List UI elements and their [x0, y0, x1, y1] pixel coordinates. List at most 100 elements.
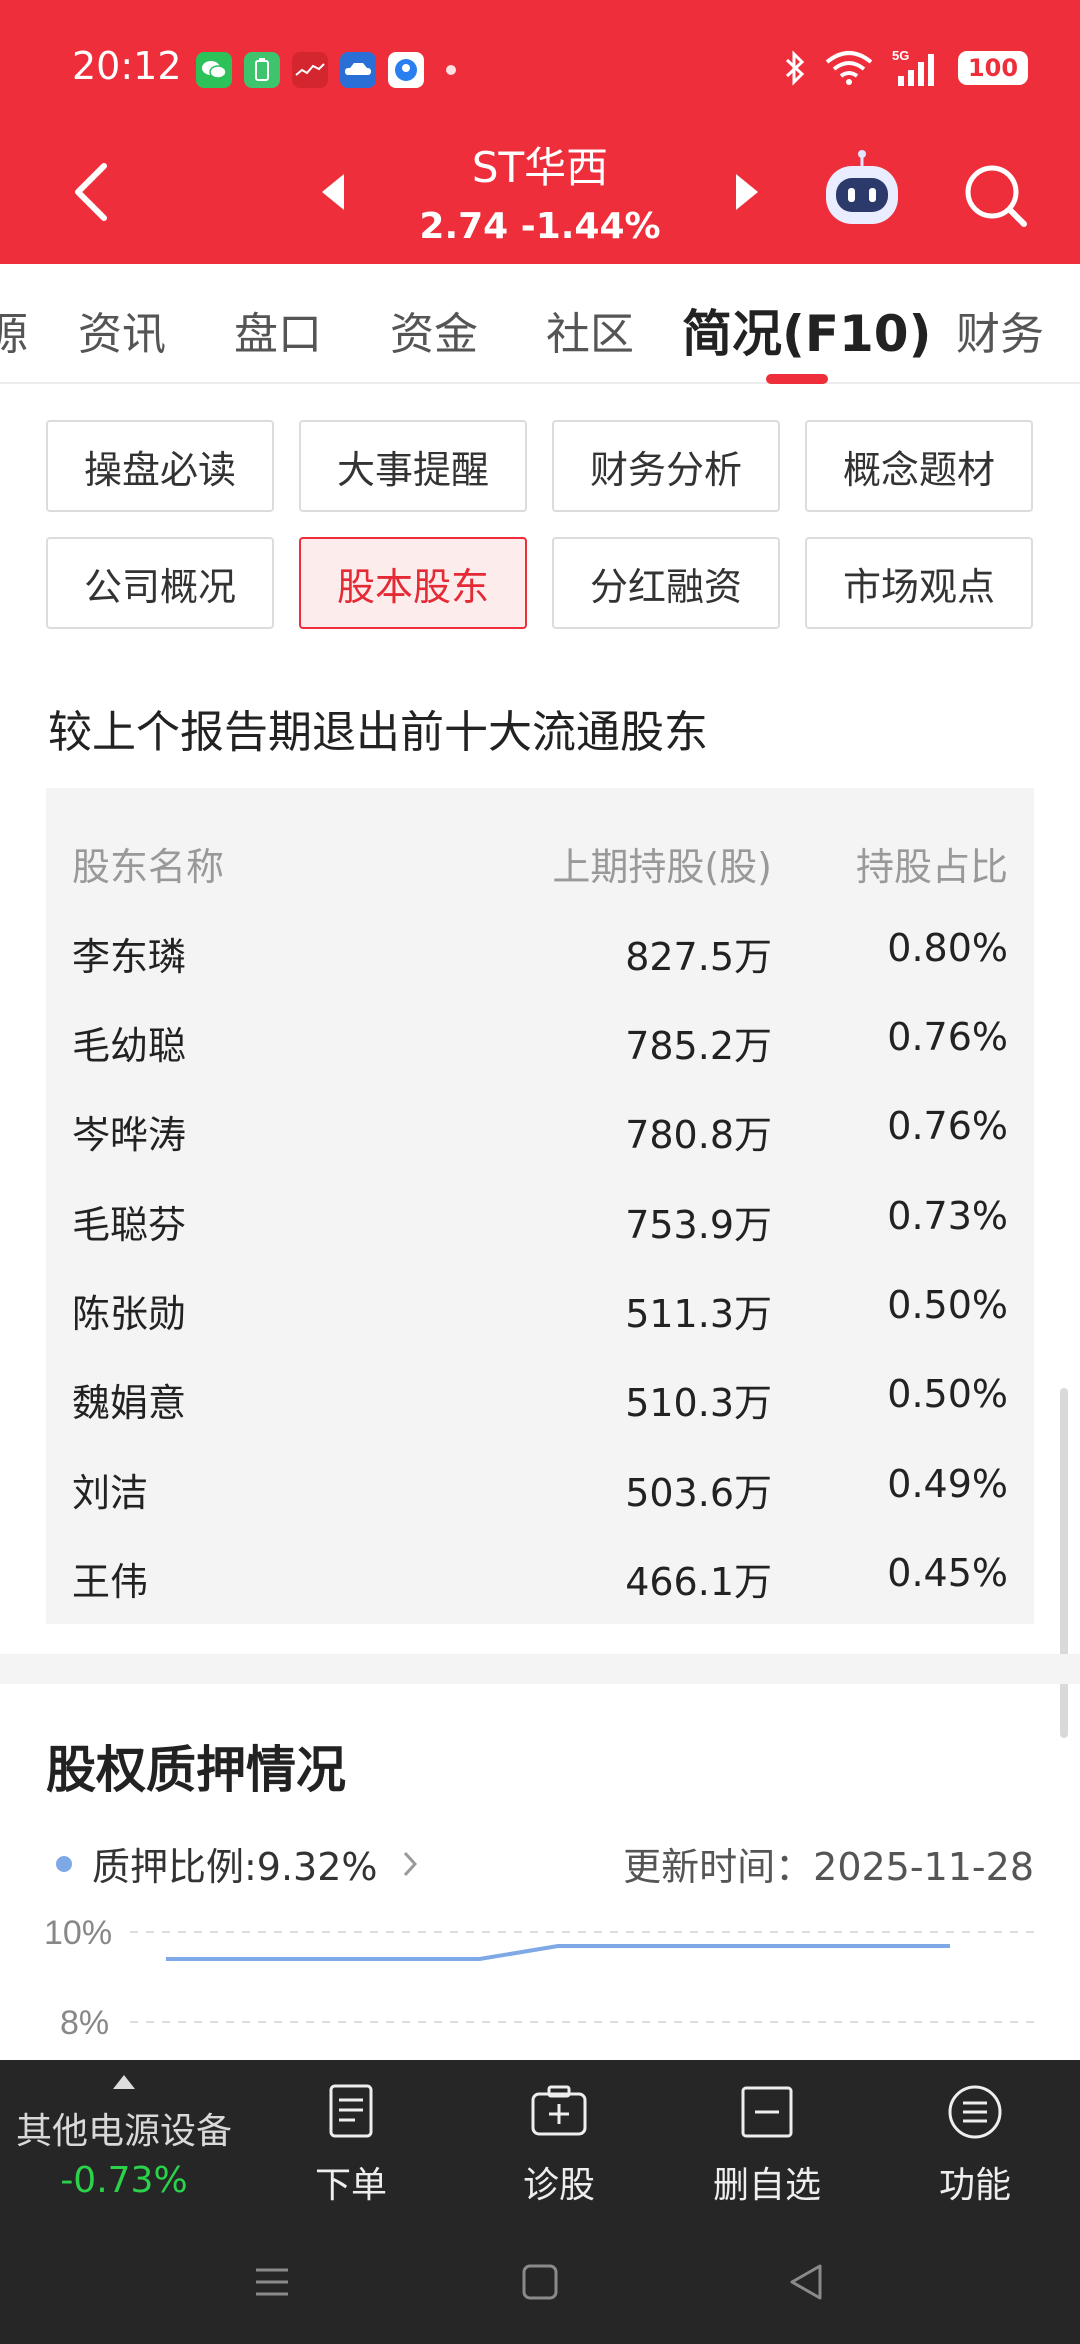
- sector-index-widget[interactable]: 其他电源设备 -0.73%: [0, 2060, 248, 2230]
- order-button[interactable]: 下单: [276, 2082, 426, 2212]
- holder-ratio: 0.50%: [887, 1283, 1008, 1327]
- btn-financial-analysis[interactable]: 财务分析: [552, 420, 780, 512]
- tab-f10[interactable]: 简况(F10): [682, 294, 931, 366]
- tab-orderbook[interactable]: 盘口: [234, 298, 322, 362]
- holder-shares: 466.1万: [625, 1560, 772, 1604]
- table-row[interactable]: 毛聪芬 753.9万 0.73%: [46, 1172, 1034, 1260]
- holder-name: 魏娟意: [72, 1381, 187, 1425]
- svg-text:5G: 5G: [892, 48, 909, 63]
- table-row[interactable]: 刘洁 503.6万 0.49%: [46, 1440, 1034, 1528]
- holder-shares: 785.2万: [625, 1024, 772, 1068]
- holder-name: 王伟: [72, 1560, 149, 1604]
- header-shares: 上期持股(股): [552, 845, 772, 889]
- cellular-signal-icon: 5G: [892, 48, 934, 86]
- holder-shares: 511.3万: [625, 1292, 772, 1336]
- holder-shares: 827.5万: [625, 935, 772, 979]
- sector-change: -0.73%: [60, 2160, 188, 2201]
- functions-label: 功能: [938, 2165, 1011, 2206]
- ai-assistant-icon[interactable]: [820, 150, 904, 230]
- status-app-icons: [196, 52, 456, 88]
- tab-partial[interactable]: 源: [0, 298, 28, 362]
- pledge-update-time: 更新时间：2025-11-28: [623, 1845, 1034, 1889]
- app-screen: 20:12 5G 100 ST华西 2.74 -1.44% 源 资讯 盘口 资金…: [0, 0, 1080, 2344]
- btn-shares-holders[interactable]: 股本股东: [299, 537, 527, 629]
- remove-watchlist-button[interactable]: 删自选: [692, 2082, 842, 2212]
- stock-name: ST华西: [471, 143, 609, 192]
- holder-ratio: 0.49%: [887, 1462, 1008, 1506]
- diagnose-label: 诊股: [522, 2165, 595, 2206]
- table-header-row: 股东名称 上期持股(股) 持股占比: [46, 814, 1034, 902]
- battery-app-icon: [244, 52, 280, 88]
- table-row[interactable]: 魏娟意 510.3万 0.50%: [46, 1350, 1034, 1438]
- tab-capital[interactable]: 资金: [390, 298, 478, 362]
- btn-company-overview[interactable]: 公司概况: [46, 537, 274, 629]
- table-row[interactable]: 毛幼聪 785.2万 0.76%: [46, 993, 1034, 1081]
- status-time: 20:12: [72, 44, 182, 88]
- holder-name: 岑晔涛: [72, 1113, 187, 1157]
- shareholders-table: 股东名称 上期持股(股) 持股占比 李东璘 827.5万 0.80% 毛幼聪 7…: [46, 788, 1034, 1624]
- btn-trading-must-read[interactable]: 操盘必读: [46, 420, 274, 512]
- diagnose-icon: [531, 2085, 587, 2136]
- map-app-icon: [388, 52, 424, 88]
- tick-label-top: 10%: [44, 1914, 112, 1952]
- stock-quote: 2.74 -1.44%: [419, 206, 661, 247]
- pledge-chart: 10% 8%: [44, 1914, 1040, 2042]
- btn-concepts[interactable]: 概念题材: [805, 420, 1033, 512]
- stock-app-icon: [292, 52, 328, 88]
- holder-ratio: 0.73%: [887, 1194, 1008, 1238]
- section-divider: [0, 1654, 1080, 1684]
- home-icon[interactable]: [520, 2262, 560, 2302]
- pledge-ratio-link[interactable]: 质押比例:9.32%: [56, 1836, 420, 1891]
- order-label: 下单: [314, 2165, 387, 2206]
- tick-label-bottom: 8%: [60, 2004, 109, 2042]
- btn-dividends[interactable]: 分红融资: [552, 537, 780, 629]
- holder-shares: 510.3万: [625, 1381, 772, 1425]
- btn-market-views[interactable]: 市场观点: [805, 537, 1033, 629]
- holder-ratio: 0.80%: [887, 926, 1008, 970]
- table-row[interactable]: 李东璘 827.5万 0.80%: [46, 904, 1034, 992]
- holder-ratio: 0.45%: [887, 1551, 1008, 1595]
- table-row[interactable]: 陈张勋 511.3万 0.50%: [46, 1261, 1034, 1349]
- pledge-ratio-line: [166, 1944, 950, 1961]
- diagnose-button[interactable]: 诊股: [484, 2082, 634, 2212]
- tab-news[interactable]: 资讯: [78, 298, 166, 362]
- tab-community[interactable]: 社区: [546, 298, 634, 362]
- status-right: 5G 100: [784, 48, 1028, 88]
- holder-ratio: 0.50%: [887, 1372, 1008, 1416]
- search-icon[interactable]: [960, 160, 1030, 230]
- holder-ratio: 0.76%: [887, 1015, 1008, 1059]
- btn-events[interactable]: 大事提醒: [299, 420, 527, 512]
- table-row[interactable]: 岑晔涛 780.8万 0.76%: [46, 1082, 1034, 1170]
- holder-shares: 503.6万: [625, 1471, 772, 1515]
- tab-bar: 源 资讯 盘口 资金 社区 简况(F10) 财务: [0, 264, 1080, 384]
- holder-name: 刘洁: [72, 1471, 149, 1515]
- expand-up-icon: [113, 2075, 135, 2089]
- holder-ratio: 0.76%: [887, 1104, 1008, 1148]
- remove-watchlist-label: 删自选: [712, 2165, 821, 2206]
- table-row[interactable]: 王伟 466.1万 0.45%: [46, 1529, 1034, 1617]
- page-scrollbar[interactable]: [1060, 1388, 1068, 1738]
- wechat-icon: [196, 52, 232, 88]
- functions-button[interactable]: 功能: [900, 2082, 1050, 2212]
- header-ratio: 持股占比: [855, 845, 1008, 889]
- holder-shares: 753.9万: [625, 1203, 772, 1247]
- system-back-icon[interactable]: [786, 2262, 826, 2302]
- battery-indicator: 100: [958, 51, 1028, 85]
- active-tab-indicator: [766, 374, 828, 384]
- next-stock-icon[interactable]: [734, 172, 760, 212]
- legend-dot-icon: [56, 1855, 72, 1872]
- sector-name: 其他电源设备: [16, 2111, 233, 2152]
- car-app-icon: [340, 52, 376, 88]
- chevron-right-icon: [403, 1851, 417, 1876]
- more-notifications-dot: [446, 65, 456, 75]
- bluetooth-icon: [785, 50, 805, 86]
- holder-name: 毛幼聪: [72, 1024, 187, 1068]
- shareholders-section-title: 较上个报告期退出前十大流通股东: [48, 707, 708, 758]
- tab-finance[interactable]: 财务: [956, 298, 1044, 362]
- order-icon: [329, 2084, 373, 2138]
- remove-watchlist-icon: [741, 2086, 793, 2138]
- pledge-ratio-text: 质押比例:9.32%: [92, 1845, 378, 1889]
- header-name: 股东名称: [72, 845, 225, 889]
- pledge-section-title: 股权质押情况: [46, 1741, 346, 1799]
- recent-apps-icon[interactable]: [252, 2262, 292, 2302]
